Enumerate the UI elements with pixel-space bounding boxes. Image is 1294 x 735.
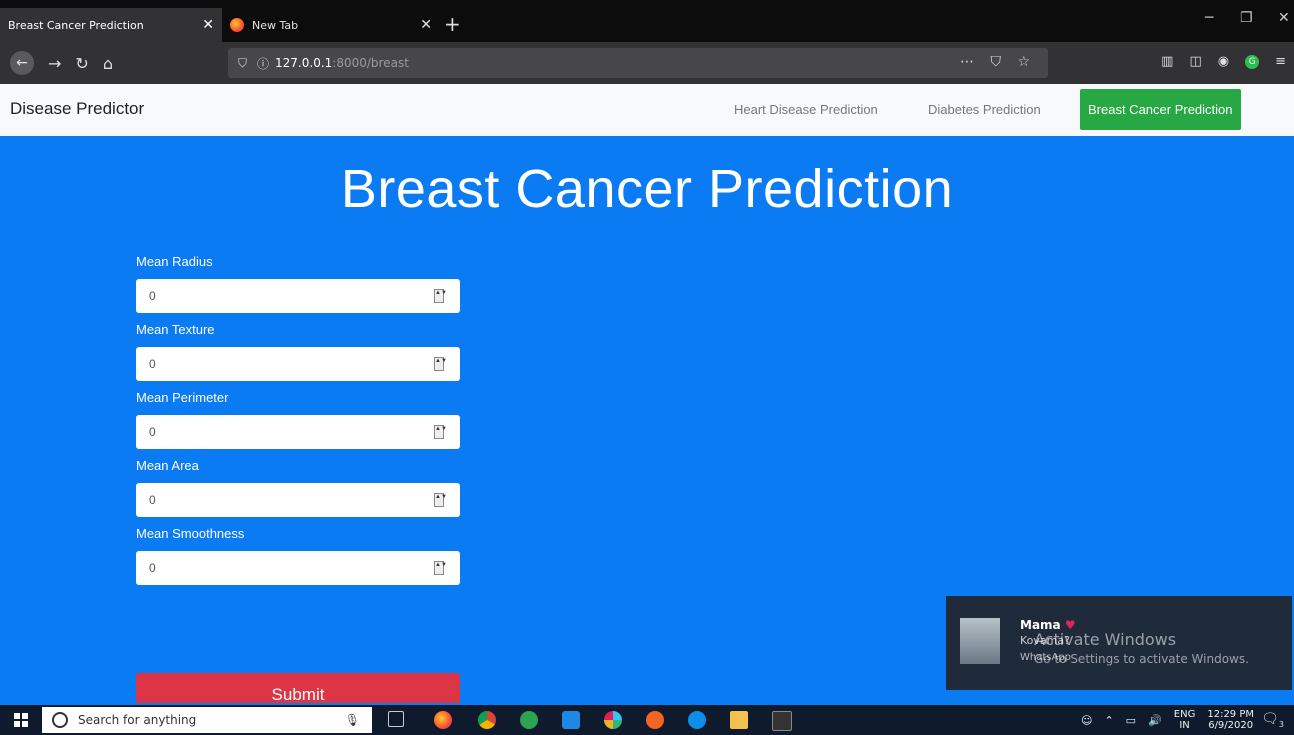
sidebar-icon[interactable]: ◫ [1189,54,1201,69]
app-taskbar-icon[interactable] [520,711,538,729]
spinner-icon[interactable]: ▲▼ [434,493,447,507]
firefox-icon [230,18,244,32]
vscode-taskbar-icon[interactable] [562,711,580,729]
site-navbar: Disease Predictor Heart Disease Predicti… [0,84,1294,136]
spinner-icon[interactable]: ▲▼ [434,289,447,303]
clock[interactable]: 12:29 PM 6/9/2020 [1207,709,1254,731]
mean-area-label: Mean Area [136,458,199,473]
chevron-up-icon[interactable]: ⌃ [1104,714,1113,727]
firefox-taskbar-icon[interactable] [434,711,452,729]
info-icon[interactable]: ⓘ [257,55,269,72]
activate-windows-title: Activate Windows [1034,630,1177,649]
people-icon[interactable]: ☺ [1081,714,1092,727]
prediction-form: Mean Radius 0 ▲▼ Mean Texture 0 ▲▼ Mean … [136,254,460,585]
date: 6/9/2020 [1208,720,1254,731]
activate-windows-subtitle: Go to Settings to activate Windows. [1034,652,1249,666]
new-tab-icon[interactable]: + [444,12,461,36]
input-value: 0 [149,357,156,371]
tab-new-tab[interactable]: New Tab ✕ [222,8,440,42]
file-explorer-icon[interactable] [730,711,748,729]
notif-count: 3 [1278,719,1284,729]
tab-title: Breast Cancer Prediction [8,18,144,32]
chrome-taskbar-icon[interactable] [478,711,496,729]
mean-smoothness-label: Mean Smoothness [136,526,245,541]
mean-texture-label: Mean Texture [136,322,215,337]
region: IN [1179,720,1190,731]
language-indicator[interactable]: ENG IN [1174,709,1196,731]
mean-smoothness-input[interactable]: 0 ▲▼ [136,551,460,585]
microphone-icon[interactable]: 🎙 [345,713,360,727]
input-value: 0 [149,425,156,439]
taskbar: Search for anything 🎙 ☺ ⌃ ▭ 🔊 ENG IN 12:… [0,705,1294,735]
nav-breast-cancer[interactable]: Breast Cancer Prediction [1080,89,1241,130]
windows-start-icon[interactable] [14,713,28,727]
reload-icon[interactable]: ↻ [75,54,88,73]
url-path: :8000/breast [332,56,409,70]
mean-radius-input[interactable]: 0 ▲▼ [136,279,460,313]
account-icon[interactable]: ◉ [1218,54,1229,69]
mean-radius-label: Mean Radius [136,254,213,269]
input-value: 0 [149,493,156,507]
nav-heart-disease[interactable]: Heart Disease Prediction [734,102,878,117]
brand[interactable]: Disease Predictor [10,99,144,119]
close-icon[interactable]: ✕ [196,17,214,33]
window-close-icon[interactable]: ✕ [1278,10,1290,26]
action-center-icon[interactable]: 🗨3 [1261,711,1284,729]
volume-icon[interactable]: 🔊 [1148,714,1162,727]
back-icon[interactable]: ← [10,51,34,75]
menu-icon[interactable]: ≡ [1275,54,1286,69]
browser-toolbar: ← → ↻ ⌂ ⛉ ⓘ 127.0.0.1:8000/breast ⋯ ⛉ ☆ … [0,42,1294,84]
battery-icon[interactable]: ▭ [1126,714,1136,727]
slack-taskbar-icon[interactable] [604,711,622,729]
spinner-icon[interactable]: ▲▼ [434,357,447,371]
home-icon[interactable]: ⌂ [103,54,113,73]
time: 12:29 PM [1207,709,1254,720]
submit-button[interactable]: Submit [136,673,460,703]
mean-area-input[interactable]: 0 ▲▼ [136,483,460,517]
grammarly-icon[interactable]: G [1245,54,1260,69]
browser-tab-strip: Breast Cancer Prediction ✕ New Tab ✕ + ─… [0,0,1294,42]
spinner-icon[interactable]: ▲▼ [434,425,447,439]
task-view-icon[interactable] [388,711,404,727]
page-title: Breast Cancer Prediction [340,159,954,219]
shield-icon: ⛉ [238,55,248,70]
tab-title: New Tab [252,18,299,32]
teamviewer-taskbar-icon[interactable] [688,711,706,729]
url-host: 127.0.0.1 [275,56,333,70]
search-placeholder: Search for anything [78,713,197,727]
cortana-icon [52,712,68,728]
lang: ENG [1173,709,1196,720]
input-value: 0 [149,561,156,575]
tab-breast-cancer[interactable]: Breast Cancer Prediction ✕ [0,8,222,42]
close-icon[interactable]: ✕ [414,17,432,33]
url-bar[interactable]: ⛉ ⓘ 127.0.0.1:8000/breast ⋯ ⛉ ☆ [228,48,1048,78]
spinner-icon[interactable]: ▲▼ [434,561,447,575]
taskbar-search[interactable]: Search for anything 🎙 [42,707,372,733]
mean-perimeter-input[interactable]: 0 ▲▼ [136,415,460,449]
library-icon[interactable]: ▥ [1161,54,1173,69]
avatar [960,618,1000,664]
input-value: 0 [149,289,156,303]
terminal-taskbar-icon[interactable] [772,711,792,731]
forward-icon[interactable]: → [48,54,61,73]
mean-perimeter-label: Mean Perimeter [136,390,229,405]
mean-texture-input[interactable]: 0 ▲▼ [136,347,460,381]
restore-icon[interactable]: ❐ [1240,10,1253,26]
system-tray: ☺ ⌃ ▭ 🔊 ENG IN 12:29 PM 6/9/2020 [1081,709,1254,731]
toolbar-right: ▥ ◫ ◉ G ≡ [1161,54,1286,69]
nav-diabetes[interactable]: Diabetes Prediction [928,102,1041,117]
minimize-icon[interactable]: ─ [1205,10,1213,26]
postman-taskbar-icon[interactable] [646,711,664,729]
page-actions-icon[interactable]: ⋯ ⛉ ☆ [960,54,1036,70]
